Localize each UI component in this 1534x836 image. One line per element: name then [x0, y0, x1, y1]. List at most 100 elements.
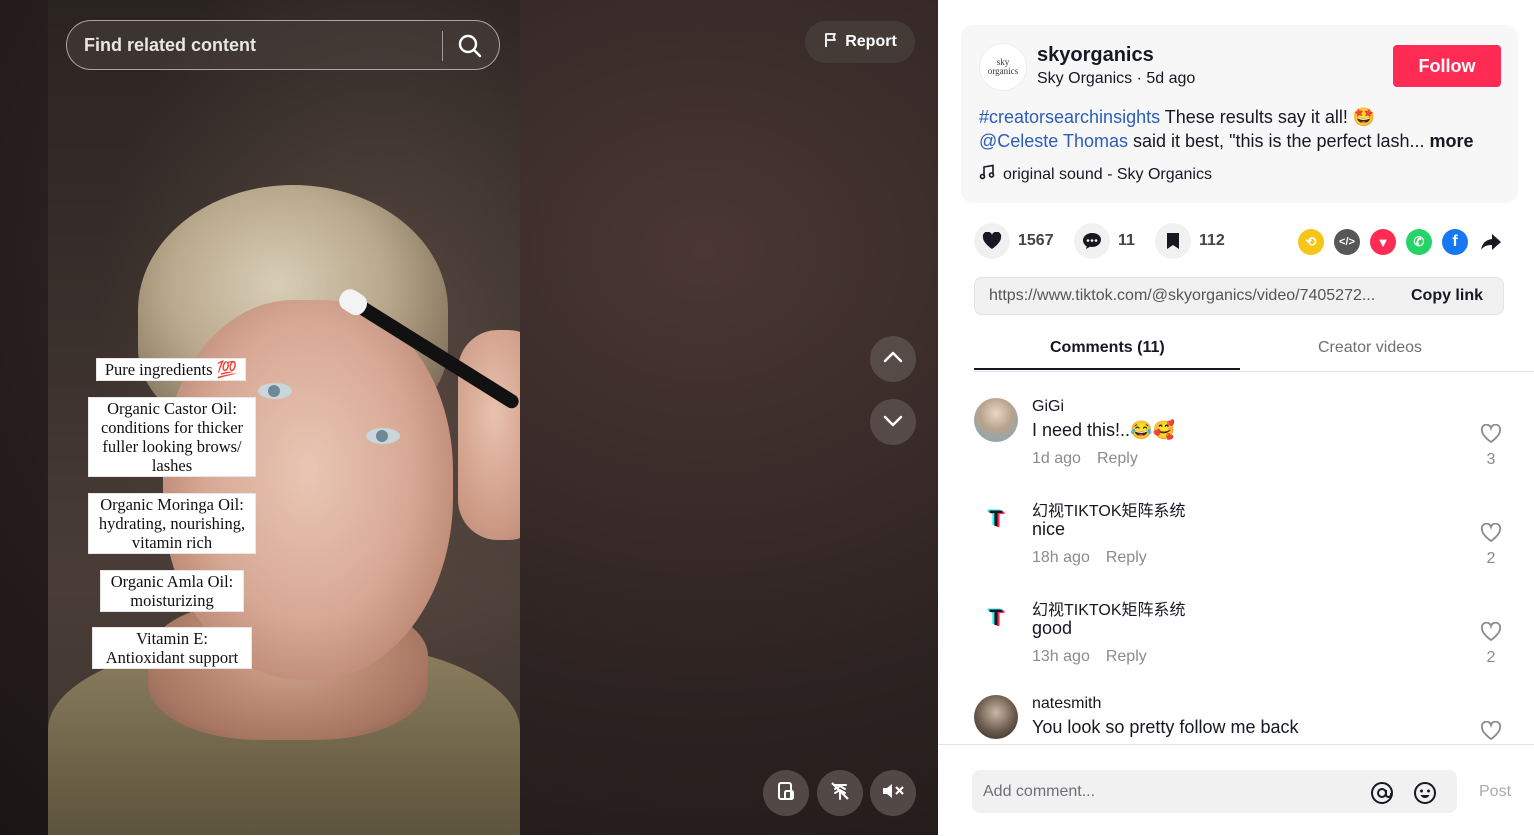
commenter-name[interactable]: 幻视TIKTOK矩阵系统 — [1032, 497, 1186, 521]
comment-item: T 幻视TIKTOK矩阵系统 good 13h ago Reply 2 — [974, 596, 1514, 676]
facebook-icon[interactable]: f — [1442, 229, 1468, 255]
caption-more-button[interactable]: more — [1425, 131, 1474, 151]
author-separator: · — [1132, 70, 1147, 87]
overlay-text-2: Organic Castor Oil: conditions for thick… — [88, 397, 256, 477]
overlay-text-5: Vitamin E: Antioxidant support — [92, 627, 252, 669]
video-stage: Pure ingredients 💯 Organic Castor Oil: c… — [0, 0, 938, 835]
previous-video-button[interactable] — [870, 336, 916, 382]
share-arrow-icon[interactable] — [1478, 229, 1504, 255]
commenter-avatar[interactable] — [974, 695, 1018, 739]
comment-text: You look so pretty follow me back — [1032, 717, 1299, 737]
commenter-name[interactable]: 幻视TIKTOK矩阵系统 — [1032, 596, 1186, 620]
commenter-name[interactable]: GiGi — [1032, 398, 1064, 416]
author-username[interactable]: skyorganics — [1037, 44, 1154, 67]
comment-meta: 1d ago Reply — [1032, 450, 1138, 468]
save-count: 112 — [1199, 232, 1225, 249]
like-stat[interactable]: 1567 — [974, 222, 1054, 260]
copy-link-button[interactable]: Copy link — [1411, 287, 1483, 305]
comment-like-button[interactable]: 3 — [1480, 423, 1502, 469]
video-hand — [458, 330, 520, 540]
floating-player-icon — [775, 780, 797, 807]
comment-like-count: 2 — [1486, 550, 1496, 567]
active-tab-indicator — [974, 368, 1240, 370]
comment-like-button[interactable]: 2 — [1480, 621, 1502, 667]
reply-button[interactable]: Reply — [1106, 648, 1147, 665]
mention-at-icon[interactable] — [1370, 781, 1394, 810]
commenter-avatar[interactable] — [974, 398, 1018, 442]
like-count: 1567 — [1018, 232, 1054, 249]
comment-time: 13h ago — [1032, 648, 1090, 665]
autoscroll-button[interactable] — [817, 770, 863, 816]
tab-creator-videos[interactable]: Creator videos — [1318, 339, 1422, 357]
heart-outline-icon — [1480, 621, 1502, 646]
search-icon[interactable] — [457, 33, 483, 59]
comment-like-button[interactable] — [1480, 720, 1502, 744]
sound-link[interactable]: original sound - Sky Organics — [979, 164, 1212, 185]
sound-label: original sound - Sky Organics — [1003, 165, 1212, 183]
commenter-avatar[interactable]: T — [974, 497, 1018, 541]
report-label: Report — [845, 33, 897, 50]
caption-text-1: These results say it all! 🤩 — [1160, 107, 1376, 127]
comment-like-count: 3 — [1486, 451, 1496, 468]
video-player[interactable]: Pure ingredients 💯 Organic Castor Oil: c… — [48, 0, 520, 835]
overlay-text-1: Pure ingredients 💯 — [96, 358, 246, 381]
save-stat[interactable]: 112 — [1155, 222, 1225, 260]
caption-mention[interactable]: @Celeste Thomas — [979, 131, 1128, 151]
commenter-name[interactable]: natesmith — [1032, 695, 1101, 713]
comment-like-button[interactable]: 2 — [1480, 522, 1502, 568]
reply-button[interactable]: Reply — [1097, 450, 1138, 467]
next-video-button[interactable] — [870, 399, 916, 445]
chevron-down-icon — [882, 409, 904, 436]
video-info-card: sky organics skyorganics Sky Organics · … — [961, 25, 1518, 203]
video-link-box: https://www.tiktok.com/@skyorganics/vide… — [974, 277, 1504, 315]
comment-time: 1d ago — [1032, 450, 1081, 467]
video-caption: #creatorsearchinsights These results say… — [979, 105, 1504, 153]
comment-bubble-icon — [1074, 223, 1110, 259]
comment-like-count: 2 — [1486, 649, 1496, 666]
video-face — [163, 300, 453, 680]
embed-code-icon[interactable]: </> — [1334, 229, 1360, 255]
comment-time: 18h ago — [1032, 549, 1090, 566]
search-divider — [442, 31, 443, 61]
video-eye-left — [258, 383, 292, 399]
author-avatar-text: sky organics — [987, 57, 1019, 76]
report-button[interactable]: Report — [805, 21, 915, 63]
chevron-up-icon — [882, 346, 904, 373]
emoji-icon[interactable] — [1413, 781, 1437, 810]
panel-tabs: Comments (11) Creator videos — [974, 327, 1534, 372]
send-to-friends-icon[interactable]: ▼ — [1370, 229, 1396, 255]
comment-text: nice — [1032, 519, 1066, 539]
follow-button[interactable]: Follow — [1393, 45, 1501, 87]
floating-player-button[interactable] — [763, 770, 809, 816]
comment-text: I need this!..😂🥰 — [1032, 420, 1175, 440]
repost-icon[interactable]: ⟲ — [1298, 229, 1324, 255]
side-panel: sky organics skyorganics Sky Organics · … — [938, 0, 1534, 836]
autoscroll-icon — [829, 780, 851, 807]
comment-composer: Post — [938, 744, 1534, 836]
author-display-name: Sky Organics — [1037, 70, 1133, 87]
tiktok-logo-icon: T — [989, 605, 1003, 630]
tab-comments[interactable]: Comments (11) — [1050, 339, 1165, 357]
comment-count: 11 — [1118, 232, 1135, 249]
video-url: https://www.tiktok.com/@skyorganics/vide… — [989, 287, 1376, 304]
heart-outline-icon — [1480, 720, 1502, 744]
overlay-text-3: Organic Moringa Oil: hydrating, nourishi… — [88, 493, 256, 554]
comment-meta: 18h ago Reply — [1032, 549, 1147, 567]
post-button[interactable]: Post — [1479, 783, 1511, 801]
comment-stat[interactable]: 11 — [1074, 222, 1135, 260]
tiktok-logo-icon: T — [989, 506, 1003, 531]
related-search-bar[interactable]: Find related content — [66, 20, 500, 70]
muted-speaker-icon — [881, 780, 905, 807]
heart-outline-icon — [1480, 423, 1502, 448]
comment-meta: 13h ago Reply — [1032, 648, 1147, 666]
caption-hashtag[interactable]: #creatorsearchinsights — [979, 107, 1160, 127]
commenter-avatar[interactable]: T — [974, 596, 1018, 640]
comment-item: natesmith You look so pretty follow me b… — [974, 695, 1514, 744]
whatsapp-icon[interactable]: ✆ — [1406, 229, 1432, 255]
heart-icon — [974, 223, 1010, 259]
mute-button[interactable] — [870, 770, 916, 816]
author-avatar[interactable]: sky organics — [979, 43, 1027, 91]
reply-button[interactable]: Reply — [1106, 549, 1147, 566]
comment-item: T 幻视TIKTOK矩阵系统 nice 18h ago Reply 2 — [974, 497, 1514, 577]
post-time: 5d ago — [1146, 70, 1196, 87]
